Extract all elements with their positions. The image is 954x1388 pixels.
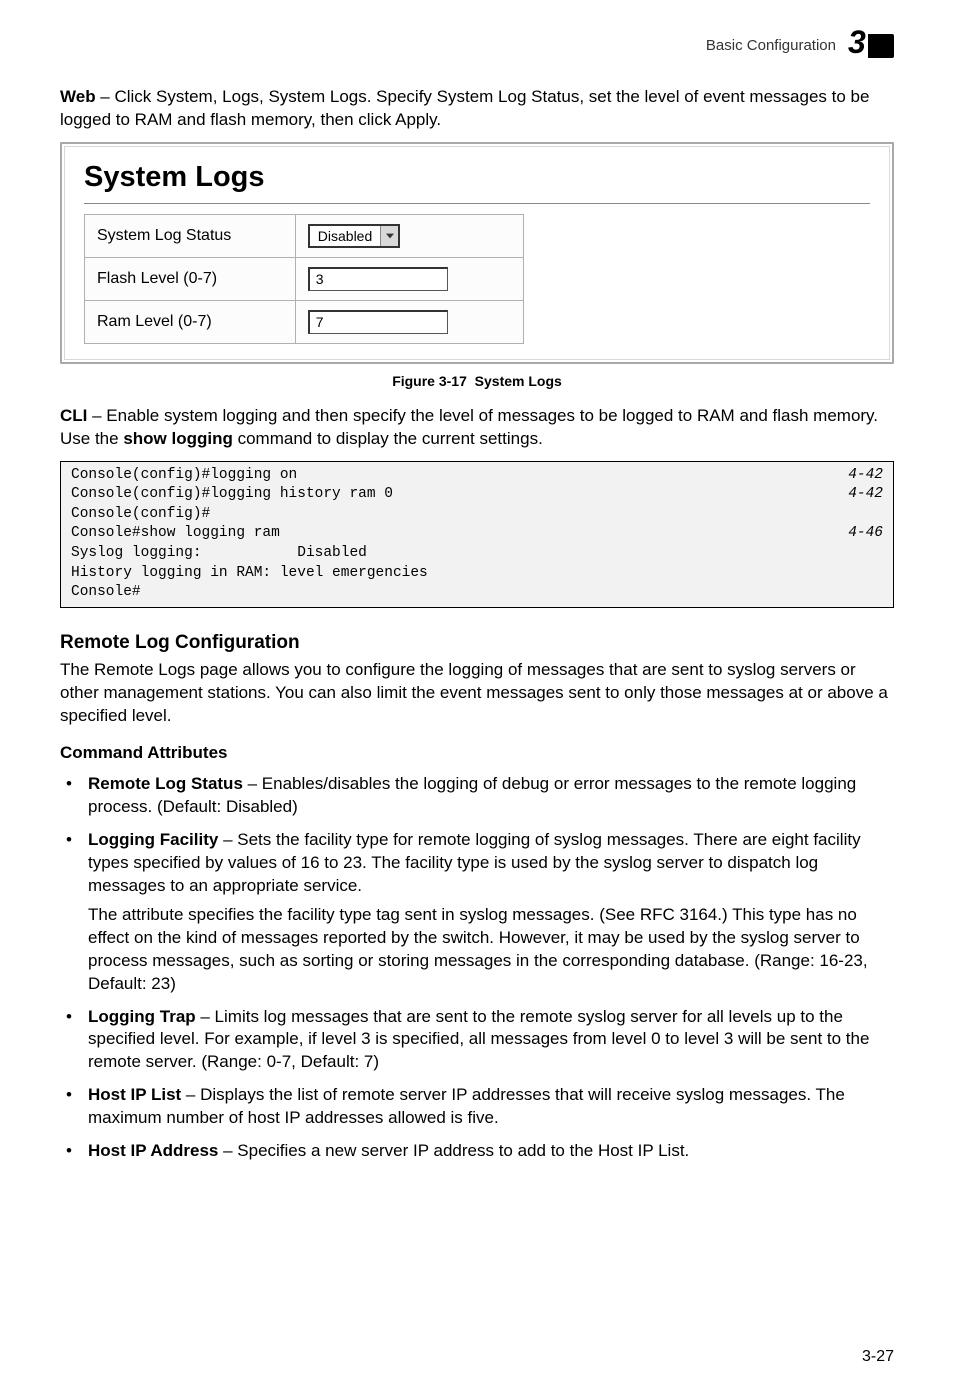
cli-intro: CLI – Enable system logging and then spe… <box>60 405 894 451</box>
system-logs-screenshot: System Logs System Log Status Disabled F… <box>60 142 894 364</box>
command-attributes-heading: Command Attributes <box>60 742 894 765</box>
cli-line: Syslog logging: Disabled <box>71 544 367 564</box>
screenshot-title: System Logs <box>84 158 870 197</box>
cli-label: CLI <box>60 406 87 425</box>
attr-text: – Limits log messages that are sent to t… <box>88 1007 869 1072</box>
attr-label: Logging Trap <box>88 1007 196 1026</box>
remote-log-desc: The Remote Logs page allows you to confi… <box>60 659 894 728</box>
chapter-number: 3 <box>846 26 868 58</box>
status-select[interactable]: Disabled <box>308 224 400 248</box>
figure-title: System Logs <box>475 373 562 389</box>
web-text: – Click System, Logs, System Logs. Speci… <box>60 87 869 129</box>
status-label: System Log Status <box>85 215 296 258</box>
list-item: Logging Trap – Limits log messages that … <box>60 1006 894 1075</box>
status-select-value: Disabled <box>310 226 380 246</box>
cli-ref: 4-46 <box>828 524 883 544</box>
attr-extra: The attribute specifies the facility typ… <box>88 904 894 996</box>
page-header: Basic Configuration 3 <box>60 28 894 64</box>
row-flash-level: Flash Level (0-7) 3 <box>85 258 524 301</box>
page-number: 3-27 <box>862 1346 894 1368</box>
show-logging-cmd: show logging <box>123 429 233 448</box>
list-item: Host IP Address – Specifies a new server… <box>60 1140 894 1163</box>
remote-log-heading: Remote Log Configuration <box>60 630 894 656</box>
attr-text: – Specifies a new server IP address to a… <box>218 1141 689 1160</box>
attribute-list: Remote Log Status – Enables/disables the… <box>60 773 894 1163</box>
list-item: Remote Log Status – Enables/disables the… <box>60 773 894 819</box>
list-item: Host IP List – Displays the list of remo… <box>60 1084 894 1130</box>
system-logs-form: System Log Status Disabled Flash Level (… <box>84 214 524 344</box>
cli-text2: command to display the current settings. <box>233 429 543 448</box>
cli-ref: 4-42 <box>828 485 883 505</box>
cli-line: Console(config)#logging history ram 0 <box>71 485 393 505</box>
web-label: Web <box>60 87 96 106</box>
flash-label: Flash Level (0-7) <box>85 258 296 301</box>
cli-line: History logging in RAM: level emergencie… <box>71 564 428 584</box>
cli-line: Console# <box>71 583 141 603</box>
web-intro: Web – Click System, Logs, System Logs. S… <box>60 86 894 132</box>
row-ram-level: Ram Level (0-7) 7 <box>85 301 524 344</box>
flash-input[interactable]: 3 <box>308 267 448 291</box>
attr-label: Host IP List <box>88 1085 181 1104</box>
chevron-down-icon <box>380 226 398 246</box>
cli-line: Console#show logging ram <box>71 524 280 544</box>
list-item: Logging Facility – Sets the facility typ… <box>60 829 894 996</box>
attr-label: Remote Log Status <box>88 774 243 793</box>
row-system-log-status: System Log Status Disabled <box>85 215 524 258</box>
ram-input[interactable]: 7 <box>308 310 448 334</box>
cli-line: Console(config)#logging on <box>71 466 297 486</box>
cli-line: Console(config)# <box>71 505 210 525</box>
section-label: Basic Configuration <box>706 36 836 56</box>
figure-caption: Figure 3-17 System Logs <box>60 372 894 391</box>
chapter-badge: 3 <box>850 28 894 64</box>
attr-text: – Displays the list of remote server IP … <box>88 1085 845 1127</box>
attr-label: Host IP Address <box>88 1141 218 1160</box>
cli-ref: 4-42 <box>828 466 883 486</box>
attr-label: Logging Facility <box>88 830 218 849</box>
figure-number: Figure 3-17 <box>392 373 467 389</box>
ram-label: Ram Level (0-7) <box>85 301 296 344</box>
cli-output: Console(config)#logging on 4-42 Console(co… <box>60 461 894 608</box>
